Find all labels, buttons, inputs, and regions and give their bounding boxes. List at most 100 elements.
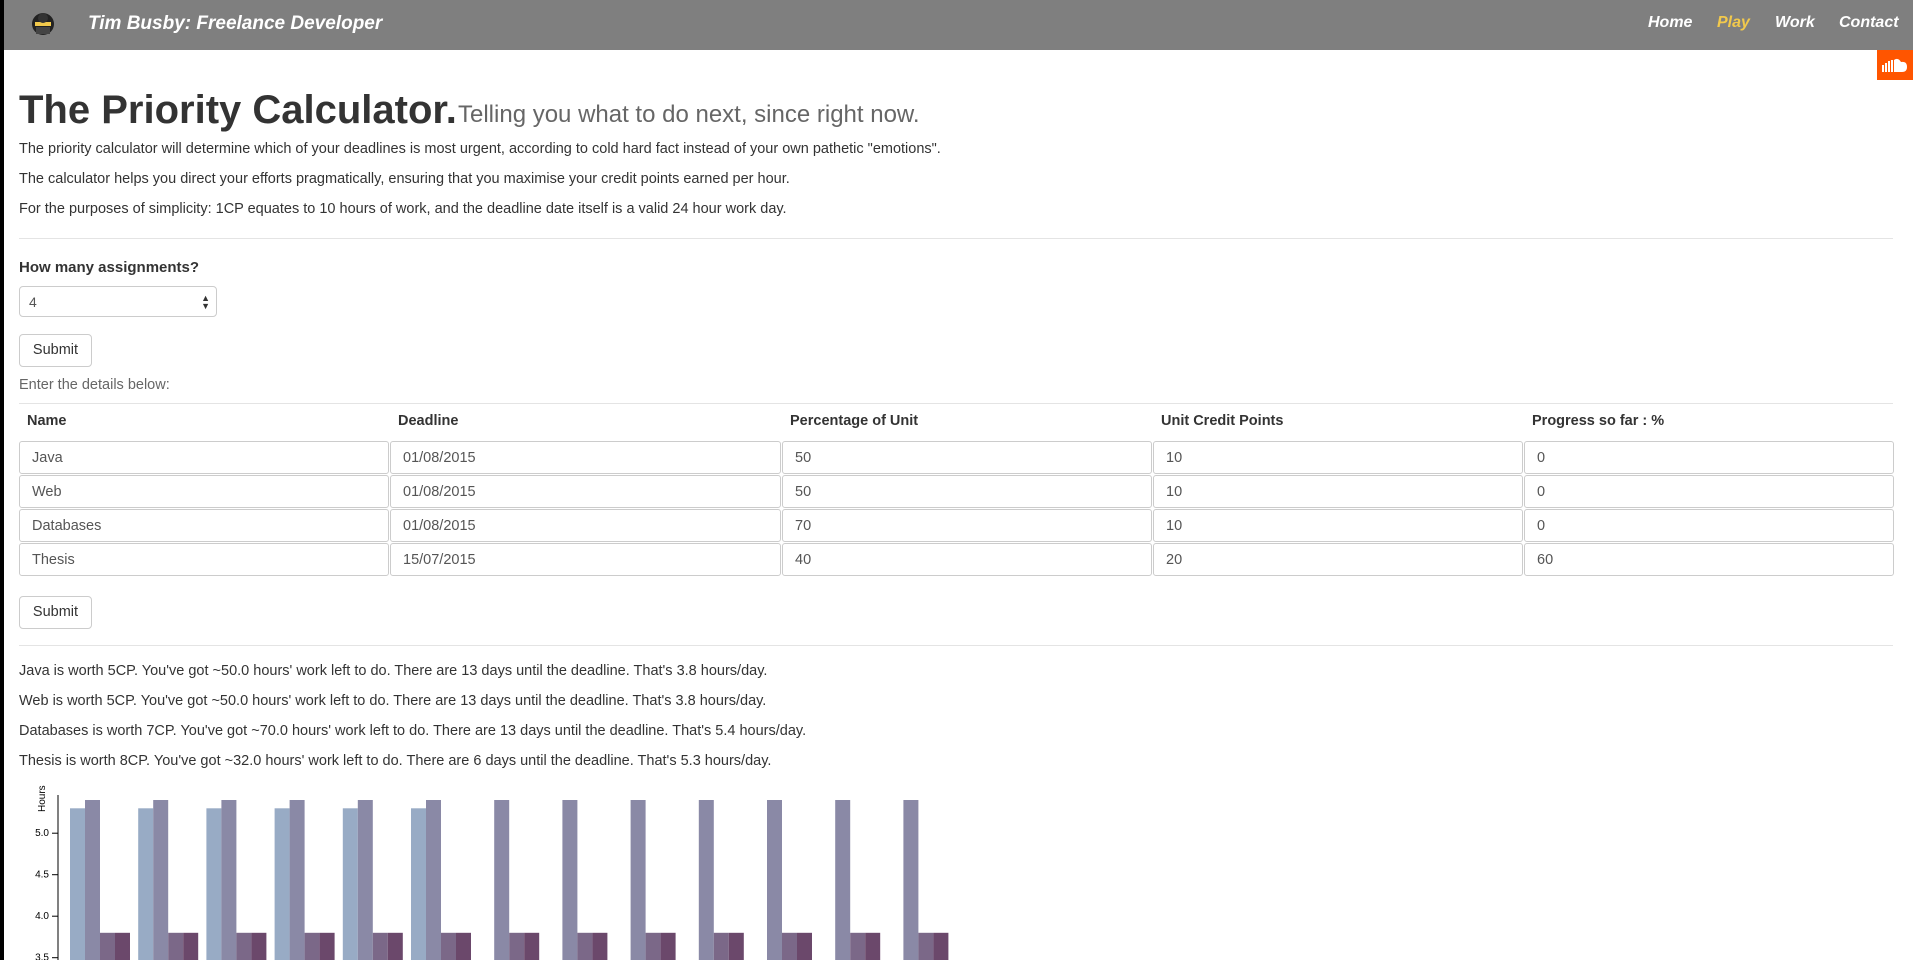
chart-bar xyxy=(835,800,851,960)
chart-bar xyxy=(660,932,676,960)
col-header-name: Name xyxy=(27,413,67,429)
chart-bar xyxy=(577,932,593,960)
name-input[interactable]: Databases xyxy=(19,509,389,542)
credit-points-input[interactable]: 10 xyxy=(1153,509,1523,542)
chart-bar xyxy=(168,932,184,960)
intro-paragraph-2: The calculator helps you direct your eff… xyxy=(19,171,790,187)
chart-bar xyxy=(903,800,919,960)
chart-bar xyxy=(797,932,812,960)
page-subtitle: Telling you what to do next, since right… xyxy=(458,101,920,128)
chart-bar xyxy=(183,932,199,960)
col-header-deadline: Deadline xyxy=(398,413,459,429)
y-tick-label: 4.0 xyxy=(35,911,49,922)
chart-bar xyxy=(115,932,130,960)
percentage-input[interactable]: 70 xyxy=(782,509,1152,542)
percentage-input[interactable]: 50 xyxy=(782,475,1152,508)
chart-bar xyxy=(251,932,267,960)
y-tick-label: 5.0 xyxy=(35,828,49,839)
deadline-input[interactable]: 01/08/2015 xyxy=(390,441,781,474)
col-header-progress: Progress so far : % xyxy=(1532,413,1665,429)
chart-bar xyxy=(70,808,85,960)
chart-bar xyxy=(918,932,934,960)
chart-bar xyxy=(372,932,388,960)
chart-bar xyxy=(713,932,729,960)
brand-title[interactable]: Tim Busby: Freelance Developer xyxy=(88,13,382,35)
select-arrows-icon: ▲ ▼ xyxy=(201,293,210,311)
top-navbar: Tim Busby: Freelance Developer Home Play… xyxy=(4,0,1913,50)
percentage-input[interactable]: 50 xyxy=(782,441,1152,474)
assignment-count-select[interactable]: 4 ▲ ▼ xyxy=(19,286,217,317)
chart-bar xyxy=(494,800,510,960)
result-line-web: Web is worth 5CP. You've got ~50.0 hours… xyxy=(19,693,767,709)
table-top-border xyxy=(19,403,1893,404)
window-edge xyxy=(0,0,4,960)
hours-bar-chart: Hours 5.0 4.5 4.0 3.5 xyxy=(35,785,949,960)
progress-input[interactable]: 60 xyxy=(1524,543,1894,576)
chart-bar xyxy=(630,800,646,960)
chart-bar xyxy=(456,932,471,960)
chart-bar xyxy=(698,800,714,960)
intro-paragraph-3: For the purposes of simplicity: 1CP equa… xyxy=(19,201,787,217)
chart-bar xyxy=(728,932,744,960)
credit-points-input[interactable]: 20 xyxy=(1153,543,1523,576)
col-header-percentage: Percentage of Unit xyxy=(790,413,919,429)
chart-bar xyxy=(524,932,540,960)
progress-input[interactable]: 0 xyxy=(1524,441,1894,474)
credit-points-input[interactable]: 10 xyxy=(1153,475,1523,508)
nav-work[interactable]: Work xyxy=(1775,14,1815,32)
chart-bar xyxy=(304,932,320,960)
chart-bar xyxy=(387,932,403,960)
result-line-thesis: Thesis is worth 8CP. You've got ~32.0 ho… xyxy=(19,753,772,769)
chart-bar xyxy=(138,808,154,960)
page-title: The Priority Calculator. xyxy=(19,88,457,132)
count-submit-button[interactable]: Submit xyxy=(19,334,92,367)
chart-bar xyxy=(100,932,115,960)
name-input[interactable]: Thesis xyxy=(19,543,389,576)
assignment-count-value: 4 xyxy=(29,294,37,310)
chart-bar xyxy=(933,932,949,960)
chart-bar xyxy=(865,932,881,960)
y-tick-label: 3.5 xyxy=(35,953,49,960)
progress-input[interactable]: 0 xyxy=(1524,475,1894,508)
divider xyxy=(19,645,1893,646)
chart-bar xyxy=(206,808,222,960)
col-header-credit-points: Unit Credit Points xyxy=(1161,413,1284,429)
details-hint: Enter the details below: xyxy=(19,377,170,393)
chart-bar xyxy=(426,800,441,960)
result-line-java: Java is worth 5CP. You've got ~50.0 hour… xyxy=(19,663,768,679)
name-input[interactable]: Web xyxy=(19,475,389,508)
progress-input[interactable]: 0 xyxy=(1524,509,1894,542)
chart-bar xyxy=(342,808,358,960)
y-tick-label: 4.5 xyxy=(35,870,49,881)
divider xyxy=(19,238,1893,239)
percentage-input[interactable]: 40 xyxy=(782,543,1152,576)
result-line-databases: Databases is worth 7CP. You've got ~70.0… xyxy=(19,723,807,739)
chart-bar xyxy=(645,932,661,960)
calculate-submit-button[interactable]: Submit xyxy=(19,596,92,629)
chart-bar xyxy=(509,932,525,960)
assignment-count-label: How many assignments? xyxy=(19,259,200,276)
credit-points-input[interactable]: 10 xyxy=(1153,441,1523,474)
chart-bar xyxy=(782,932,797,960)
chart-bar xyxy=(562,800,578,960)
deadline-input[interactable]: 15/07/2015 xyxy=(390,543,781,576)
deadline-input[interactable]: 01/08/2015 xyxy=(390,475,781,508)
y-axis-label: Hours xyxy=(37,785,48,812)
chart-bar xyxy=(411,808,426,960)
chart-bar xyxy=(767,800,782,960)
chart-bar xyxy=(153,800,169,960)
nav-play[interactable]: Play xyxy=(1717,14,1750,32)
chart-bar xyxy=(85,800,100,960)
chart-bar xyxy=(221,800,237,960)
avatar-logo-icon[interactable] xyxy=(30,10,56,38)
chart-bar xyxy=(319,932,335,960)
chart-bar xyxy=(289,800,305,960)
soundcloud-icon[interactable] xyxy=(1877,50,1913,80)
nav-home[interactable]: Home xyxy=(1648,14,1692,32)
chart-bar xyxy=(274,808,290,960)
intro-paragraph-1: The priority calculator will determine w… xyxy=(19,141,941,157)
chart-bar xyxy=(441,932,456,960)
name-input[interactable]: Java xyxy=(19,441,389,474)
nav-contact[interactable]: Contact xyxy=(1839,14,1899,32)
deadline-input[interactable]: 01/08/2015 xyxy=(390,509,781,542)
